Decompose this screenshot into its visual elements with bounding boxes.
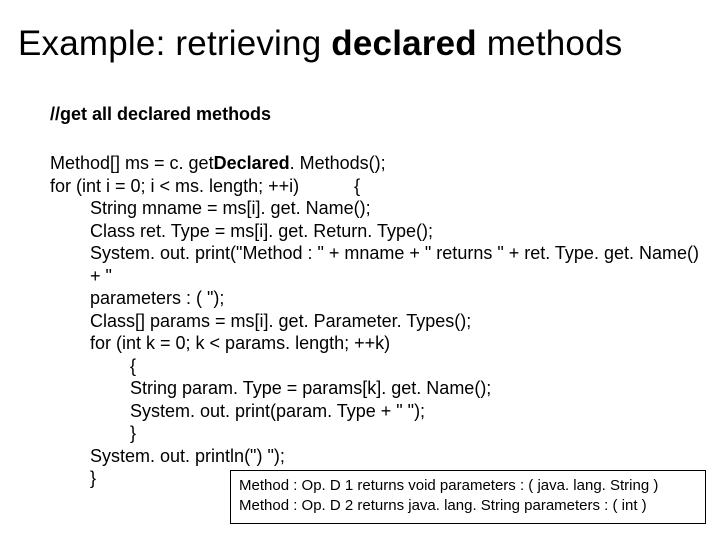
code-line: { <box>130 355 700 378</box>
title-pre: Example: retrieving <box>18 24 331 63</box>
code-line: Class[] params = ms[i]. get. Parameter. … <box>90 310 700 333</box>
code-text: Method[] ms = c. get <box>50 153 214 173</box>
code-line: for (int i = 0; i < ms. length; ++i) { <box>50 175 700 198</box>
code-text-bold: Declared <box>214 153 290 173</box>
code-line: parameters : ( "); <box>90 287 700 310</box>
code-line: String param. Type = params[k]. get. Nam… <box>130 377 700 400</box>
title-bold: declared <box>331 24 477 63</box>
code-block: Method[] ms = c. getDeclared. Methods();… <box>50 152 700 490</box>
code-comment: //get all declared methods <box>50 104 271 125</box>
code-line: System. out. println(") "); <box>90 445 700 468</box>
page-title: Example: retrieving declared methods <box>18 24 712 64</box>
code-line: System. out. print(param. Type + " "); <box>130 400 700 423</box>
code-line: } <box>130 422 700 445</box>
slide: Example: retrieving declared methods //g… <box>0 0 720 540</box>
code-line: Method[] ms = c. getDeclared. Methods(); <box>50 152 700 175</box>
code-line: String mname = ms[i]. get. Name(); <box>90 197 700 220</box>
output-box: Method : Op. D 1 returns void parameters… <box>230 470 706 524</box>
code-line: for (int k = 0; k < params. length; ++k) <box>90 332 700 355</box>
code-text: . Methods(); <box>290 153 386 173</box>
code-line: System. out. print("Method : " + mname +… <box>90 242 700 287</box>
code-line: Class ret. Type = ms[i]. get. Return. Ty… <box>90 220 700 243</box>
title-post: methods <box>477 24 623 63</box>
output-line: Method : Op. D 1 returns void parameters… <box>239 476 697 496</box>
output-line: Method : Op. D 2 returns java. lang. Str… <box>239 496 697 516</box>
